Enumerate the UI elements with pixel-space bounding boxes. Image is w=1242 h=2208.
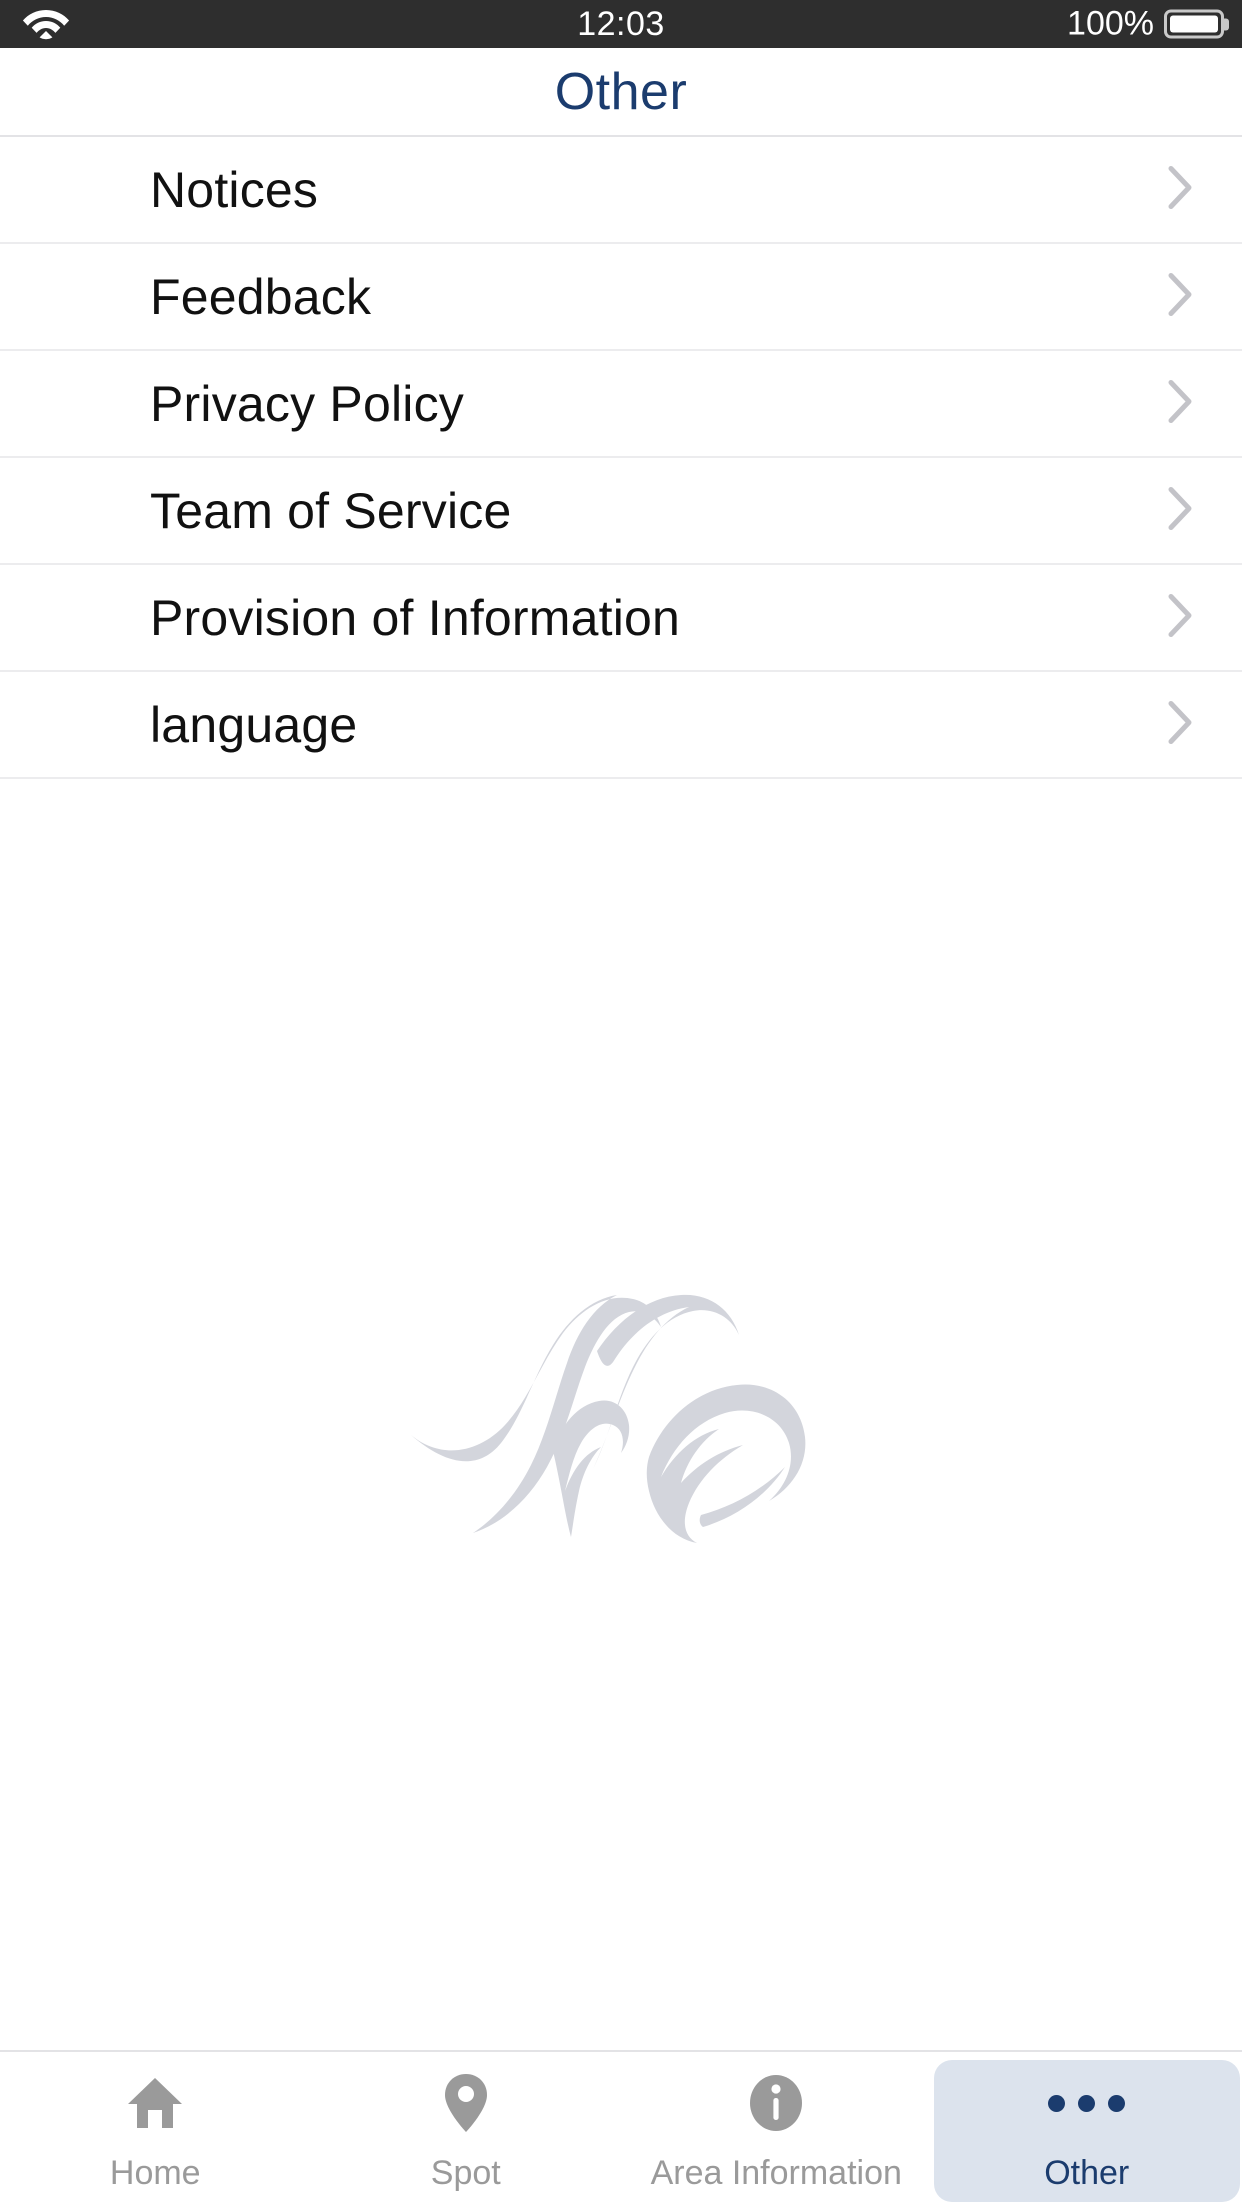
chevron-right-icon — [1168, 486, 1194, 535]
page-title: Other — [554, 62, 688, 121]
list-item[interactable]: Feedback — [0, 244, 1242, 351]
status-bar-right: 100% — [1067, 5, 1224, 44]
chevron-right-icon — [1168, 165, 1194, 214]
list-item[interactable]: language — [0, 672, 1242, 779]
list-item-label: Feedback — [150, 268, 372, 325]
tab-area-information[interactable]: Area Information — [623, 2060, 930, 2202]
map-pin-icon — [443, 2072, 489, 2134]
status-bar-clock: 12:03 — [577, 4, 665, 43]
app-logo-watermark — [401, 1285, 841, 1545]
list-item-label: Provision of Information — [150, 589, 681, 646]
tab-home-label: Home — [109, 2154, 201, 2192]
chevron-right-icon — [1168, 700, 1194, 749]
info-circle-icon — [748, 2072, 804, 2134]
list-item[interactable]: Team of Service — [0, 458, 1242, 565]
list-item-label: Privacy Policy — [150, 375, 464, 432]
battery-full-icon — [1164, 9, 1224, 39]
app-screen: 12:03 100% Other Notices Feedback Privac… — [0, 0, 1242, 2208]
page-header: Other — [0, 48, 1242, 137]
ellipsis-icon — [1048, 2072, 1126, 2134]
list-item-label: Team of Service — [150, 482, 512, 539]
list-item-label: language — [150, 696, 358, 753]
list-item-label: Notices — [150, 161, 319, 218]
content-area — [0, 779, 1242, 2050]
tab-other[interactable]: Other — [933, 2060, 1240, 2202]
list-item[interactable]: Notices — [0, 137, 1242, 244]
chevron-right-icon — [1168, 593, 1194, 642]
settings-list: Notices Feedback Privacy Policy Team of … — [0, 137, 1242, 779]
status-bar: 12:03 100% — [0, 0, 1242, 48]
tab-other-label: Other — [1044, 2154, 1130, 2192]
tab-home[interactable]: Home — [2, 2060, 309, 2202]
chevron-right-icon — [1168, 379, 1194, 428]
chevron-right-icon — [1168, 272, 1194, 321]
tab-spot-label: Spot — [430, 2154, 501, 2192]
tab-spot[interactable]: Spot — [313, 2060, 620, 2202]
list-item[interactable]: Provision of Information — [0, 565, 1242, 672]
home-icon — [124, 2072, 186, 2134]
tab-area-information-label: Area Information — [650, 2154, 902, 2192]
list-item[interactable]: Privacy Policy — [0, 351, 1242, 458]
battery-percent-label: 100% — [1067, 4, 1154, 43]
bottom-tab-bar: Home Spot Area Information Other — [0, 2050, 1242, 2208]
